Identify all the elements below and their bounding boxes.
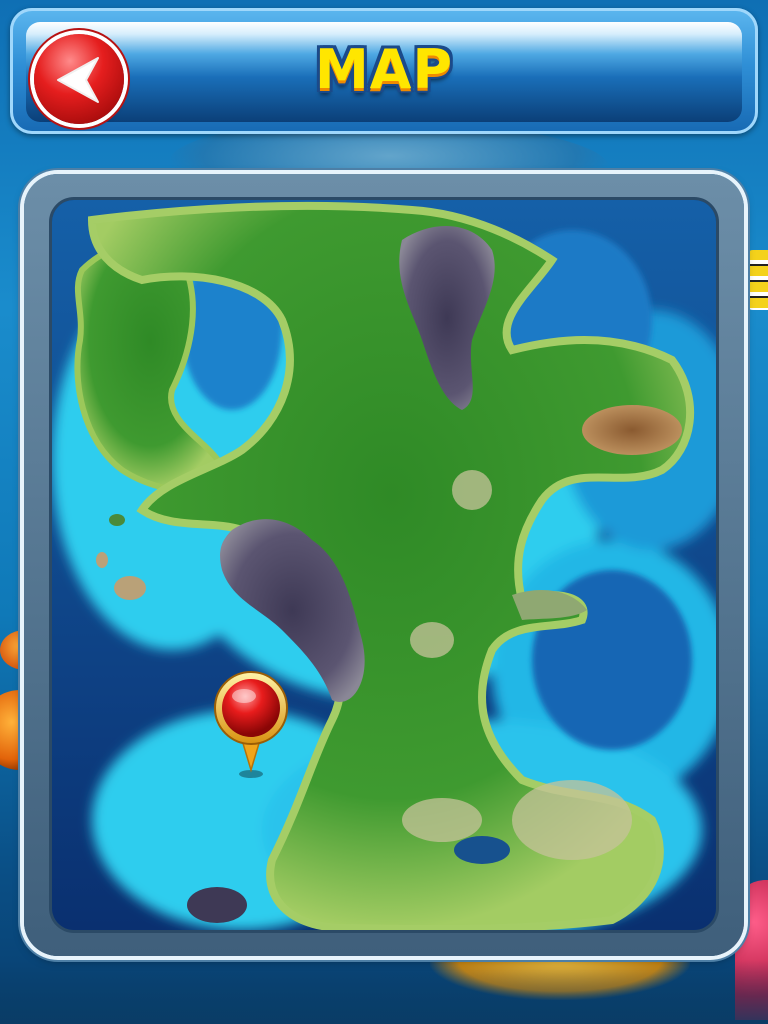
background-reef [0, 960, 768, 1024]
rocks-southwest [187, 887, 247, 923]
world-map[interactable] [52, 200, 716, 930]
background-striped-fish [745, 250, 768, 310]
back-arrow-icon [57, 57, 99, 103]
lake-south [454, 836, 510, 864]
location-pin-icon [214, 671, 288, 778]
map-frame [24, 174, 744, 956]
back-button[interactable] [34, 34, 124, 124]
world-map-terrain [52, 200, 716, 930]
desert-east [582, 405, 682, 455]
location-pin[interactable] [212, 670, 290, 780]
page-title: MAP [314, 38, 454, 101]
